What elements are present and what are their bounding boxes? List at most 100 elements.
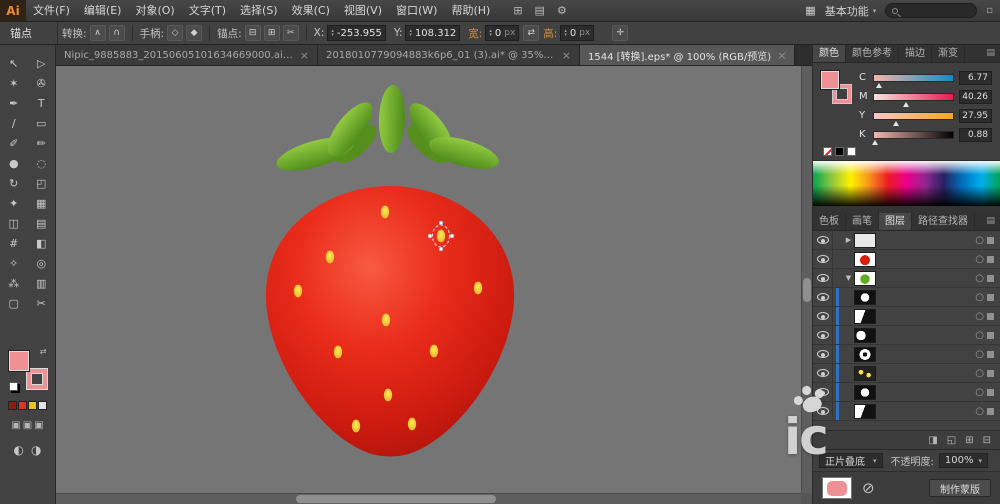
layer-row-10[interactable]: ○ bbox=[813, 402, 1000, 421]
swap-fill-stroke-icon[interactable]: ⇄ bbox=[40, 347, 47, 356]
none-swatch[interactable] bbox=[823, 147, 832, 156]
layer-row-6[interactable]: ○ bbox=[813, 326, 1000, 345]
target-circle-icon[interactable]: ○ bbox=[975, 273, 987, 284]
selection-tool[interactable]: ↖ bbox=[0, 53, 28, 73]
slider-value[interactable]: 6.77 bbox=[959, 71, 992, 85]
layer-row-9[interactable]: ○ bbox=[813, 383, 1000, 402]
workspace-tools-icon[interactable]: ⚙ bbox=[557, 4, 567, 17]
leaf-shape[interactable] bbox=[378, 85, 406, 154]
layer-row-3[interactable]: ▼○ bbox=[813, 269, 1000, 288]
slider-value[interactable]: 0.88 bbox=[959, 128, 992, 142]
draw-inside-mode[interactable]: ▣ bbox=[34, 420, 43, 431]
target-circle-icon[interactable]: ○ bbox=[975, 349, 987, 360]
mesh-tool[interactable]: # bbox=[0, 233, 28, 253]
slider-track[interactable] bbox=[873, 112, 954, 120]
seed-shape[interactable] bbox=[408, 418, 416, 431]
visibility-eye-icon[interactable] bbox=[817, 407, 829, 415]
show-handles-button[interactable]: ◇ bbox=[167, 25, 183, 41]
slider-value[interactable]: 40.26 bbox=[959, 90, 992, 104]
layer-row-4[interactable]: ○ bbox=[813, 288, 1000, 307]
grid-view-icon[interactable]: ▦ bbox=[805, 4, 815, 17]
type-tool[interactable]: T bbox=[28, 93, 56, 113]
delete-layer-icon[interactable]: ⊟ bbox=[983, 435, 991, 446]
panel-tab[interactable]: 颜色参考 bbox=[846, 45, 899, 62]
width-field[interactable]: 宽:▴▾0px bbox=[468, 25, 519, 41]
panel-tab[interactable]: 画笔 bbox=[846, 213, 879, 230]
menu-item[interactable]: 文字(T) bbox=[182, 0, 233, 22]
scale-tool[interactable]: ◰ bbox=[28, 173, 56, 193]
default-fill-stroke-icon[interactable] bbox=[9, 382, 18, 391]
eraser-tool[interactable]: ◌ bbox=[28, 153, 56, 173]
spinner-icon[interactable]: ▴▾ bbox=[564, 29, 567, 37]
line-segment-tool[interactable]: ∕ bbox=[0, 113, 28, 133]
seed-shape[interactable] bbox=[326, 251, 334, 264]
vertical-scrollbar[interactable] bbox=[801, 66, 812, 493]
target-circle-icon[interactable]: ○ bbox=[975, 330, 987, 341]
hide-handles-button[interactable]: ◆ bbox=[186, 25, 202, 41]
white-swatch[interactable] bbox=[847, 147, 856, 156]
menu-item[interactable]: 选择(S) bbox=[233, 0, 285, 22]
stroke-control[interactable] bbox=[27, 369, 47, 389]
seed-shape[interactable] bbox=[430, 345, 438, 358]
remove-anchor-button[interactable]: ⊟ bbox=[245, 25, 261, 41]
draw-normal-mode[interactable]: ▣ bbox=[11, 420, 20, 431]
layer-row-7[interactable]: ○ bbox=[813, 345, 1000, 364]
rectangle-tool[interactable]: ▭ bbox=[28, 113, 56, 133]
blend-tool[interactable]: ◎ bbox=[28, 253, 56, 273]
fill-stroke-indicator[interactable] bbox=[821, 71, 851, 103]
magic-wand-tool[interactable]: ✶ bbox=[0, 73, 28, 93]
change-screen-mode[interactable]: ◐ bbox=[14, 443, 24, 457]
color-spectrum[interactable] bbox=[813, 160, 1000, 206]
layer-row-8[interactable]: ○ bbox=[813, 364, 1000, 383]
eyedropper-tool[interactable]: ✧ bbox=[0, 253, 28, 273]
visibility-eye-icon[interactable] bbox=[817, 274, 829, 282]
seed-shape[interactable] bbox=[437, 230, 445, 243]
layer-thumbnail[interactable] bbox=[854, 385, 876, 400]
toolbar-swatch-0[interactable] bbox=[8, 401, 17, 410]
visibility-eye-icon[interactable] bbox=[817, 350, 829, 358]
paintbrush-tool[interactable]: ✐ bbox=[0, 133, 28, 153]
object-thumbnail[interactable] bbox=[822, 477, 852, 499]
layer-row-1[interactable]: ▶○ bbox=[813, 231, 1000, 250]
blob-brush-tool[interactable]: ● bbox=[0, 153, 28, 173]
opacity-select[interactable]: 100% ▾ bbox=[939, 453, 988, 468]
make-mask-button[interactable]: 制作蒙版 bbox=[929, 479, 991, 497]
spinner-icon[interactable]: ▴▾ bbox=[331, 29, 334, 37]
target-circle-icon[interactable]: ○ bbox=[975, 254, 987, 265]
expander-icon[interactable]: ▶ bbox=[843, 236, 854, 244]
panel-tab[interactable]: 图层 bbox=[879, 213, 912, 230]
seed-shape[interactable] bbox=[381, 206, 389, 219]
width-field-input[interactable]: ▴▾0px bbox=[485, 25, 519, 41]
gradient-tool[interactable]: ◧ bbox=[28, 233, 56, 253]
y-field-input[interactable]: ▴▾108.312 bbox=[405, 25, 460, 41]
layer-thumbnail[interactable] bbox=[854, 252, 876, 267]
layer-thumbnail[interactable] bbox=[854, 271, 876, 286]
shape-builder-tool[interactable]: ◫ bbox=[0, 213, 28, 233]
slider-track[interactable] bbox=[873, 74, 954, 82]
slice-tool[interactable]: ✂ bbox=[28, 293, 56, 313]
horizontal-scrollbar[interactable] bbox=[56, 493, 801, 504]
seed-shape[interactable] bbox=[474, 282, 482, 295]
pen-tool[interactable]: ✒ bbox=[0, 93, 28, 113]
strawberry-leaves[interactable] bbox=[273, 85, 502, 178]
tab-close-icon[interactable]: × bbox=[777, 49, 786, 62]
symbol-sprayer-tool[interactable]: ⁂ bbox=[0, 273, 28, 293]
target-circle-icon[interactable]: ○ bbox=[975, 292, 987, 303]
visibility-eye-icon[interactable] bbox=[817, 312, 829, 320]
convert-corner-button[interactable]: ∧ bbox=[90, 25, 106, 41]
panel-tab[interactable]: 渐变 bbox=[932, 45, 965, 62]
slider-track[interactable] bbox=[873, 93, 954, 101]
app-logo[interactable]: Ai bbox=[0, 0, 26, 21]
x-field[interactable]: X:▴▾-253.955 bbox=[314, 25, 386, 41]
toolbar-fill-stroke[interactable]: ⇄ bbox=[9, 349, 47, 391]
pencil-tool[interactable]: ✏ bbox=[28, 133, 56, 153]
new-sublayer-icon[interactable]: ◱ bbox=[947, 435, 956, 446]
seed-shape[interactable] bbox=[334, 346, 342, 359]
menu-item[interactable]: 对象(O) bbox=[128, 0, 181, 22]
search-input[interactable] bbox=[902, 5, 966, 16]
slider-thumb-icon[interactable] bbox=[893, 121, 899, 126]
add-anchor-button[interactable]: ⊞ bbox=[264, 25, 280, 41]
document-layout-icon[interactable]: ▤ bbox=[535, 4, 545, 17]
slider-track[interactable] bbox=[873, 131, 954, 139]
toolbar-swatch-1[interactable] bbox=[18, 401, 27, 410]
